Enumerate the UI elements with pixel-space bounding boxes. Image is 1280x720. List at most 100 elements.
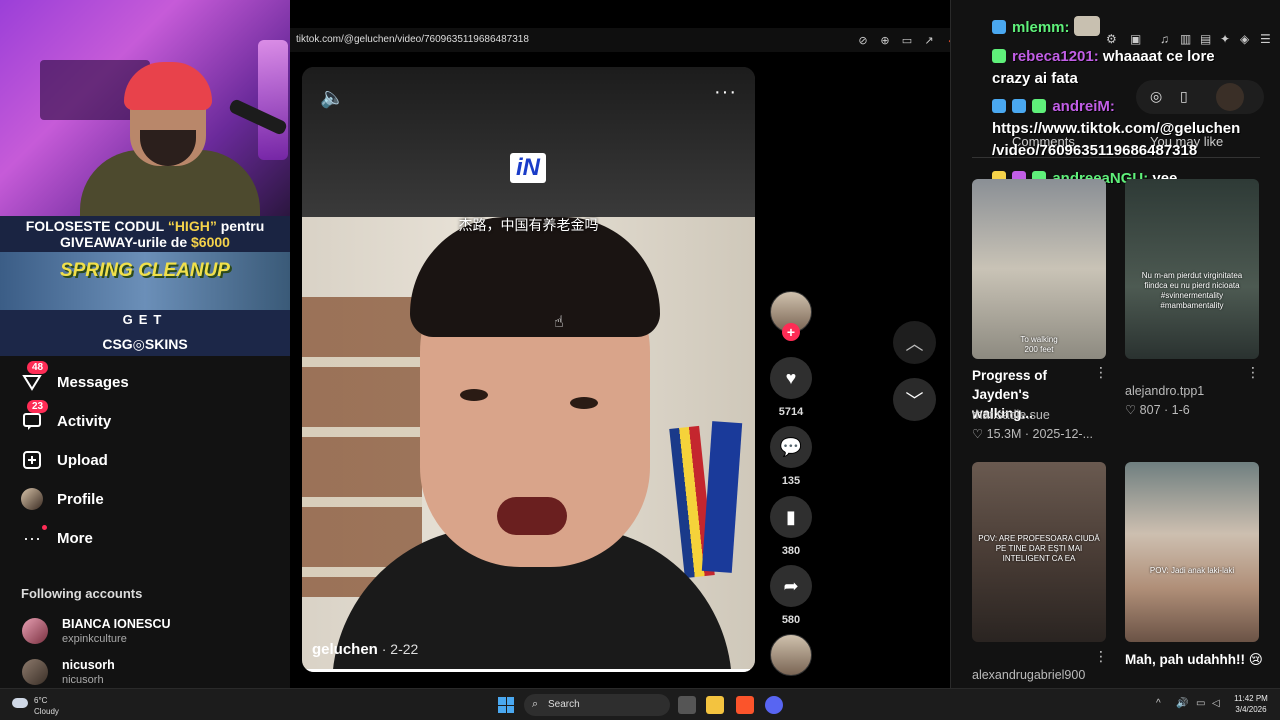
account-handle: nicusorh xyxy=(62,674,104,686)
recommended-video-card[interactable]: To walking 200 feet xyxy=(972,179,1106,359)
chat-link[interactable]: https://www.tiktok.com/@geluchen xyxy=(992,118,1240,140)
heart-icon: ♥ xyxy=(785,367,797,388)
screenshot-icon[interactable]: ▣ xyxy=(1130,32,1141,46)
paper-plane-icon: 48 xyxy=(21,361,49,393)
no-translate-icon[interactable]: ⊘ xyxy=(856,34,870,47)
more-options-icon[interactable]: ⋮ xyxy=(1094,648,1108,665)
menu-icon[interactable]: ☰ xyxy=(1260,32,1271,46)
share-button[interactable]: ➦ xyxy=(770,565,812,607)
account-name: BIANCA IONESCU xyxy=(62,617,171,631)
sidebar-item-label: Profile xyxy=(57,490,104,508)
phone-icon[interactable]: ▯ xyxy=(1180,88,1188,105)
csg-skins-logo: CSG◎SKINS xyxy=(102,336,188,352)
cast-icon[interactable]: ▭ xyxy=(900,34,914,47)
windows-taskbar: 6°C Cloudy ⌕ Search ^ 🔊 ▭ ◁ 11:42 PM 3/4… xyxy=(0,688,1280,720)
following-account[interactable]: nicusorh nicusorh xyxy=(22,658,115,686)
like-button[interactable]: ♥ xyxy=(770,357,812,399)
comment-count: 135 xyxy=(781,475,801,487)
chat-message: rebeca1201: whaaaat ce lore xyxy=(992,46,1215,68)
taskbar-search[interactable]: ⌕ Search xyxy=(524,694,670,716)
card-author[interactable]: alexandrugabriel900 xyxy=(972,668,1085,682)
recommended-video-card[interactable]: POV: Jadi anak laki-laki xyxy=(1125,462,1259,642)
avatar xyxy=(22,618,48,644)
sound-avatar[interactable] xyxy=(770,634,812,676)
comment-icon: 💬 xyxy=(779,436,803,457)
following-accounts-title: Following accounts xyxy=(21,586,143,601)
chat-message: andreiM: xyxy=(992,96,1115,118)
next-video-button[interactable]: ﹀ xyxy=(893,378,936,421)
download-app-icon[interactable]: ◎ xyxy=(1150,88,1162,105)
account-handle: expinkculture xyxy=(62,633,127,645)
leo-icon[interactable]: ✦ xyxy=(1220,32,1230,46)
sidebar-item-label: Messages xyxy=(57,373,129,391)
sidebar-icon[interactable]: ▥ xyxy=(1180,32,1191,46)
recommended-video-card[interactable]: POV: ARE PROFESOARA CIUDĂ PE TINE DAR EȘ… xyxy=(972,462,1106,642)
bookmark-icon: ▮ xyxy=(786,506,796,527)
windows-start-icon[interactable] xyxy=(498,697,514,713)
sidebar-item-more[interactable]: ··· More xyxy=(21,525,93,551)
url-text[interactable]: tiktok.com/@geluchen/video/7609635119686… xyxy=(296,34,529,45)
video-progress-bar[interactable] xyxy=(302,669,755,672)
speaker-icon[interactable]: 🔊 xyxy=(1176,698,1188,709)
get-text: GET xyxy=(122,312,168,327)
chat-badge-icon xyxy=(992,49,1006,63)
search-label: Search xyxy=(548,699,580,710)
weather-temp: 6°C xyxy=(34,696,48,705)
address-bar[interactable]: tiktok.com/@geluchen/video/7609635119686… xyxy=(290,28,990,52)
wallet-icon[interactable]: ▤ xyxy=(1200,32,1211,46)
share-icon[interactable]: ↗ xyxy=(922,34,936,47)
share-arrow-icon: ➦ xyxy=(783,575,799,596)
volume-icon[interactable]: ◁ xyxy=(1212,698,1220,709)
brave-browser-icon[interactable] xyxy=(736,696,754,714)
recommended-video-card[interactable]: Nu m-am pierdut virginitatea fiindca eu … xyxy=(1125,179,1259,359)
vpn-icon[interactable]: ◈ xyxy=(1240,32,1249,46)
extension-icon[interactable]: ⚙ xyxy=(1106,32,1117,46)
account-name: nicusorh xyxy=(62,658,115,672)
video-subtitle: 杰路，中国有养老金吗 xyxy=(458,218,599,234)
volume-icon[interactable]: 🔈 xyxy=(320,85,345,110)
promo-code-line: FOLOSESTE CODUL “HIGH” pentru xyxy=(25,218,265,234)
zoom-icon[interactable]: ⊕ xyxy=(878,34,892,47)
card-caption: To walking 200 feet xyxy=(1020,335,1058,354)
following-account[interactable]: BIANCA IONESCU expinkculture xyxy=(22,617,171,645)
chat-link[interactable]: /video/7609635119686487318 xyxy=(992,140,1197,162)
video-player[interactable]: 🔈 ··· iN 杰路，中国有养老金吗 geluchen · 2-22 xyxy=(302,67,755,672)
card-author[interactable]: that.sadie.sue xyxy=(972,408,1050,422)
chat-message-continued: crazy ai fata xyxy=(992,70,1078,87)
system-clock[interactable]: 11:42 PM 3/4/2026 xyxy=(1228,693,1274,715)
more-options-icon[interactable]: ⋮ xyxy=(1246,364,1260,381)
browser-top-strip xyxy=(290,0,990,28)
sidebar-item-messages[interactable]: 48 Messages xyxy=(21,361,129,395)
webcam-overlay xyxy=(0,0,290,216)
sidebar-item-upload[interactable]: Upload xyxy=(21,447,108,473)
message-icon: 23 xyxy=(21,400,49,432)
avatar[interactable] xyxy=(1216,83,1244,111)
previous-video-button[interactable]: ︿ xyxy=(893,321,936,364)
sidebar-item-label: Activity xyxy=(57,412,112,430)
music-icon[interactable]: ♫ xyxy=(1160,32,1169,46)
spring-cleanup-text: SPRING CLEANUP xyxy=(60,260,230,281)
more-options-icon[interactable]: ··· xyxy=(714,81,737,104)
card-author[interactable]: alejandro.tpp1 xyxy=(1125,384,1204,398)
save-button[interactable]: ▮ xyxy=(770,496,812,538)
monitor-icon[interactable]: ▭ xyxy=(1196,698,1205,709)
task-view-icon[interactable] xyxy=(678,696,696,714)
share-count: 580 xyxy=(781,614,801,626)
more-options-icon[interactable]: ⋮ xyxy=(1094,364,1108,381)
card-title[interactable]: Mah, pah udahhh!! 😢 xyxy=(1125,650,1265,669)
comment-button[interactable]: 💬 xyxy=(770,426,812,468)
plus-square-icon xyxy=(21,449,43,471)
chevron-up-icon[interactable]: ^ xyxy=(1156,698,1161,709)
mouse-cursor-icon: ☝ xyxy=(554,314,564,331)
video-author[interactable]: geluchen · 2-22 xyxy=(312,641,418,658)
promo-giveaway-line: GIVEAWAY-urile de $6000 xyxy=(60,234,230,250)
search-icon: ⌕ xyxy=(532,698,539,710)
discord-icon[interactable] xyxy=(765,696,783,714)
file-explorer-icon[interactable] xyxy=(706,696,724,714)
follow-plus-icon[interactable]: + xyxy=(782,323,800,341)
card-meta: ♡ 15.3M · 2025-12-... xyxy=(972,427,1093,441)
chat-badge-icon xyxy=(1012,99,1027,113)
chat-badge-icon xyxy=(992,99,1006,113)
sidebar-item-activity[interactable]: 23 Activity xyxy=(21,400,112,434)
sidebar-item-profile[interactable]: Profile xyxy=(21,486,104,512)
